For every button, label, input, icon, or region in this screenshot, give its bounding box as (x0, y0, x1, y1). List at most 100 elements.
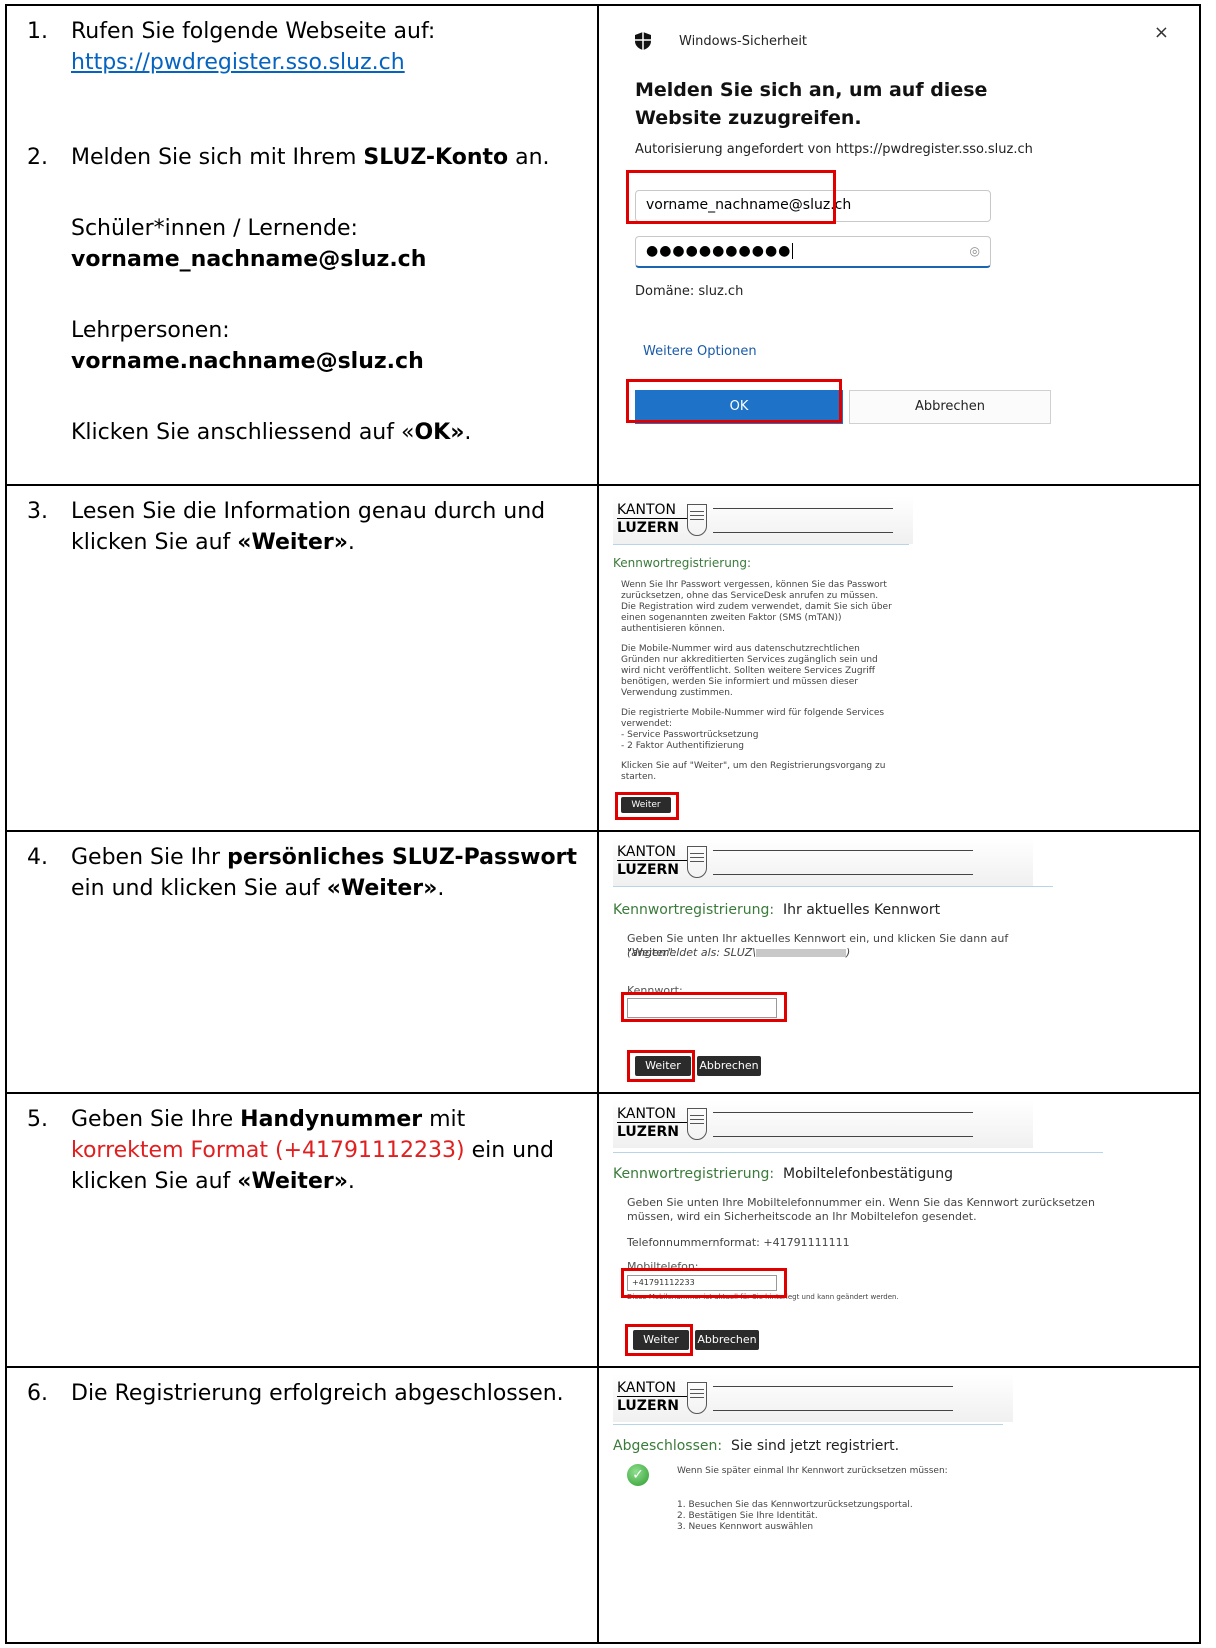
separator (613, 544, 909, 545)
pwdregister-link[interactable]: https://pwdregister.sso.sluz.ch (71, 50, 405, 75)
header-line (713, 532, 893, 533)
step-text: Melden Sie sich mit Ihrem (71, 145, 364, 170)
dialog-title: Windows-Sicherheit (679, 34, 808, 49)
teachers-email: vorname.nachname@sluz.ch (71, 349, 424, 374)
more-options-link[interactable]: Weitere Optionen (643, 344, 757, 359)
page-title: Abgeschlossen: Sie sind jetzt registrier… (613, 1438, 900, 1454)
kanton-luzern-logo: KANTON LUZERN (617, 1380, 687, 1415)
step-text: an. (508, 145, 550, 170)
ok-button[interactable]: OK (635, 390, 843, 424)
page-title: Kennwortregistrierung: Ihr aktuelles Ken… (613, 902, 941, 918)
separator (613, 1152, 1103, 1153)
shot-3-cell: KANTON LUZERN Kennwortregistrierung: Wen… (597, 484, 1201, 832)
step-3-text-cell: 3. Lesen Sie die Information genau durch… (5, 484, 599, 832)
step-1-2-text-cell: 1. Rufen Sie folgende Webseite auf: http… (5, 4, 599, 486)
step-number: 6. (27, 1381, 48, 1406)
crest-icon (687, 1108, 707, 1140)
students-email: vorname_nachname@sluz.ch (71, 247, 427, 272)
checkmark-icon: ✓ (627, 1464, 649, 1486)
kanton-screenshot-4: KANTON LUZERN Kennwortregistrierung: Ihr… (613, 838, 1063, 1088)
step-text: . (437, 876, 445, 901)
format-text: Telefonnummernformat: +41791111111 (627, 1236, 850, 1249)
separator (613, 886, 1053, 887)
password-bold: persönliches SLUZ-Passwort (227, 845, 577, 870)
shield-icon (635, 32, 651, 50)
step-list-item: 2. Bestätigen Sie Ihre Identität. (677, 1511, 818, 1521)
username-field[interactable]: vorname_nachname@sluz.ch (635, 190, 991, 222)
password-dots: ●●●●●●●●●●● (646, 243, 792, 259)
windows-dialog-cell: Windows-Sicherheit × Melden Sie sich an,… (597, 4, 1201, 486)
separator (613, 1424, 1003, 1425)
page-title: Kennwortregistrierung: (613, 556, 752, 570)
step-text: Lesen Sie die Information genau durch un… (71, 499, 546, 524)
step-number: 3. (27, 499, 48, 524)
step-text: Die Registrierung erfolgreich abgeschlos… (71, 1381, 564, 1406)
instruction-text: Geben Sie unten Ihre Mobiltelefonnummer … (627, 1196, 1095, 1223)
crest-icon (687, 1382, 707, 1414)
password-input[interactable] (627, 998, 777, 1018)
step-number: 5. (27, 1107, 48, 1132)
step-list-item: 1. Besuchen Sie das Kennwortzurücksetzun… (677, 1500, 913, 1510)
step-list-item: 3. Neues Kennwort auswählen (677, 1522, 814, 1532)
step-text: mit (422, 1107, 466, 1132)
authorization-text: Autorisierung angefordert von https://pw… (635, 142, 1033, 157)
weiter-button[interactable]: Weiter (621, 797, 671, 813)
step-number: 2. (27, 145, 48, 170)
crest-icon (687, 846, 707, 878)
kanton-screenshot-5: KANTON LUZERN Kennwortregistrierung: Mob… (613, 1100, 1113, 1362)
kanton-header: KANTON LUZERN (613, 496, 913, 544)
step-text: . (347, 1169, 355, 1194)
step-6-text-cell: 6. Die Registrierung erfolgreich abgesch… (5, 1366, 599, 1644)
instructions-table: 1. Rufen Sie folgende Webseite auf: http… (5, 4, 1201, 1644)
table-row: 3. Lesen Sie die Information genau durch… (5, 484, 1201, 832)
header-line (713, 1386, 953, 1387)
kanton-header: KANTON LUZERN (613, 838, 1033, 886)
logged-in-as: (angemeldet als: SLUZ\) (627, 946, 851, 959)
cancel-button[interactable]: Abbrechen (849, 390, 1051, 424)
kanton-luzern-logo: KANTON LUZERN (617, 502, 687, 537)
step-text: . (464, 420, 472, 445)
step-number: 1. (27, 19, 48, 44)
step-5: 5. Geben Sie Ihre Handynummer mit korrek… (7, 1094, 597, 1197)
sluz-konto-bold: SLUZ-Konto (363, 145, 509, 170)
step-6: 6. Die Registrierung erfolgreich abgesch… (7, 1368, 597, 1409)
shot-6-cell: KANTON LUZERN Abgeschlossen: Sie sind je… (597, 1366, 1201, 1644)
table-row: 6. Die Registrierung erfolgreich abgesch… (5, 1366, 1201, 1644)
header-line (713, 1136, 973, 1137)
redacted-username (756, 949, 846, 957)
abbrechen-button[interactable]: Abbrechen (695, 1330, 759, 1350)
step-text: Klicken Sie anschliessend auf « (71, 420, 415, 445)
step-1: 1. Rufen Sie folgende Webseite auf: http… (7, 6, 597, 78)
step-2: 2. Melden Sie sich mit Ihrem SLUZ-Konto … (7, 132, 597, 448)
eye-icon[interactable]: ◎ (970, 244, 980, 258)
header-line (713, 874, 973, 875)
password-field[interactable]: ●●●●●●●●●●● ◎ (635, 236, 991, 268)
mobile-input[interactable]: +41791112233 (627, 1275, 777, 1291)
close-icon[interactable]: × (1154, 22, 1169, 43)
header-line (713, 1410, 953, 1411)
kanton-screenshot-6: KANTON LUZERN Abgeschlossen: Sie sind je… (613, 1374, 1013, 1574)
weiter-button[interactable]: Weiter (633, 1330, 689, 1350)
page-title: Kennwortregistrierung: Mobiltelefonbestä… (613, 1166, 954, 1182)
step-text: ein und klicken Sie auf (71, 876, 327, 901)
step-text: klicken Sie auf (71, 1169, 238, 1194)
success-text: Wenn Sie später einmal Ihr Kennwort zurü… (677, 1466, 948, 1476)
dialog-heading: Melden Sie sich an, um auf diese Website… (635, 79, 988, 129)
teachers-label: Lehrpersonen: (71, 318, 230, 343)
mobile-hint: Diese Mobilenummer ist aktuell für Sie h… (627, 1293, 899, 1301)
handynummer-bold: Handynummer (240, 1107, 423, 1132)
abbrechen-button[interactable]: Abbrechen (697, 1056, 761, 1076)
kanton-header: KANTON LUZERN (613, 1374, 1013, 1422)
header-line (713, 850, 973, 851)
step-text: . (347, 530, 355, 555)
table-row: 5. Geben Sie Ihre Handynummer mit korrek… (5, 1092, 1201, 1368)
kanton-luzern-logo: KANTON LUZERN (617, 1106, 687, 1141)
step-text: Rufen Sie folgende Webseite auf: (71, 19, 436, 44)
weiter-bold: «Weiter» (237, 530, 348, 555)
step-3: 3. Lesen Sie die Information genau durch… (7, 486, 597, 558)
weiter-button[interactable]: Weiter (635, 1056, 691, 1076)
step-text: Geben Sie Ihr (71, 845, 228, 870)
ok-bold: OK» (414, 420, 465, 445)
students-label: Schüler*innen / Lernende: (71, 216, 358, 241)
step-4: 4. Geben Sie Ihr persönliches SLUZ-Passw… (7, 832, 597, 904)
